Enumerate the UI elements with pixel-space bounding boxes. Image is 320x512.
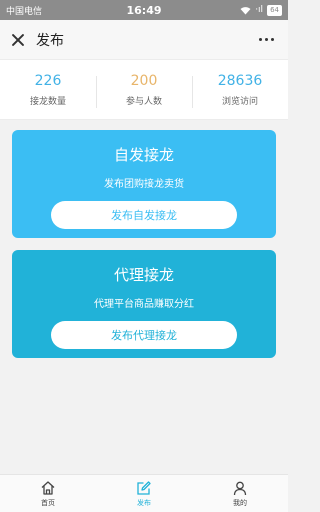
battery-icon: 64: [267, 4, 282, 16]
stats-bar: 226 接龙数量 200 参与人数 28636 浏览访问: [0, 60, 288, 120]
stat-label: 参与人数: [125, 97, 162, 107]
user-icon: [233, 481, 247, 495]
stat-view-count: 28636 浏览访问: [192, 72, 288, 108]
card-subtitle: 代理平台商品赚取分红: [94, 299, 194, 310]
wifi-icon: [240, 6, 251, 14]
page-title: 发布: [36, 32, 64, 49]
tab-profile[interactable]: 我的: [192, 475, 288, 512]
home-icon: [41, 480, 55, 495]
tab-label: 首页: [41, 498, 55, 507]
stat-value: 226: [34, 73, 62, 89]
card-subtitle: 发布团购接龙卖货: [104, 179, 184, 190]
tab-label: 发布: [137, 498, 151, 507]
card-title: 自发接龙: [113, 146, 174, 164]
app-header: 发布: [0, 20, 288, 60]
self-chain-card: 自发接龙 发布团购接龙卖货 发布自发接龙: [12, 130, 276, 238]
stat-participant-count: 200 参与人数: [96, 72, 192, 108]
publish-options: 自发接龙 发布团购接龙卖货 发布自发接龙 代理接龙 代理平台商品赚取分红 发布代…: [0, 120, 288, 380]
bottom-tab-bar: 首页 发布 我的: [0, 474, 288, 512]
status-time: 16:49: [126, 3, 162, 17]
signal-icon: ·ıl: [255, 5, 264, 15]
stat-value: 28636: [217, 73, 263, 89]
tab-label: 我的: [233, 498, 247, 507]
stat-chain-count: 226 接龙数量: [0, 72, 96, 107]
stat-label: 接龙数量: [29, 97, 66, 107]
publish-self-chain-button[interactable]: 发布自发接龙: [51, 201, 237, 229]
edit-icon: [137, 480, 151, 495]
card-title: 代理接龙: [113, 266, 174, 284]
agent-chain-card: 代理接龙 代理平台商品赚取分红 发布代理接龙: [12, 250, 276, 358]
stat-value: 200: [130, 73, 158, 89]
status-icons: ·ıl 64: [202, 4, 282, 16]
close-icon[interactable]: [10, 32, 26, 48]
publish-agent-chain-button[interactable]: 发布代理接龙: [51, 321, 237, 349]
carrier-name: 中国电信: [6, 6, 43, 17]
tab-home[interactable]: 首页: [0, 475, 96, 512]
tab-publish[interactable]: 发布: [96, 475, 192, 512]
more-options-icon[interactable]: [255, 34, 278, 45]
stat-label: 浏览访问: [221, 97, 258, 107]
status-bar: 中国电信 16:49 ·ıl 64: [0, 0, 288, 20]
